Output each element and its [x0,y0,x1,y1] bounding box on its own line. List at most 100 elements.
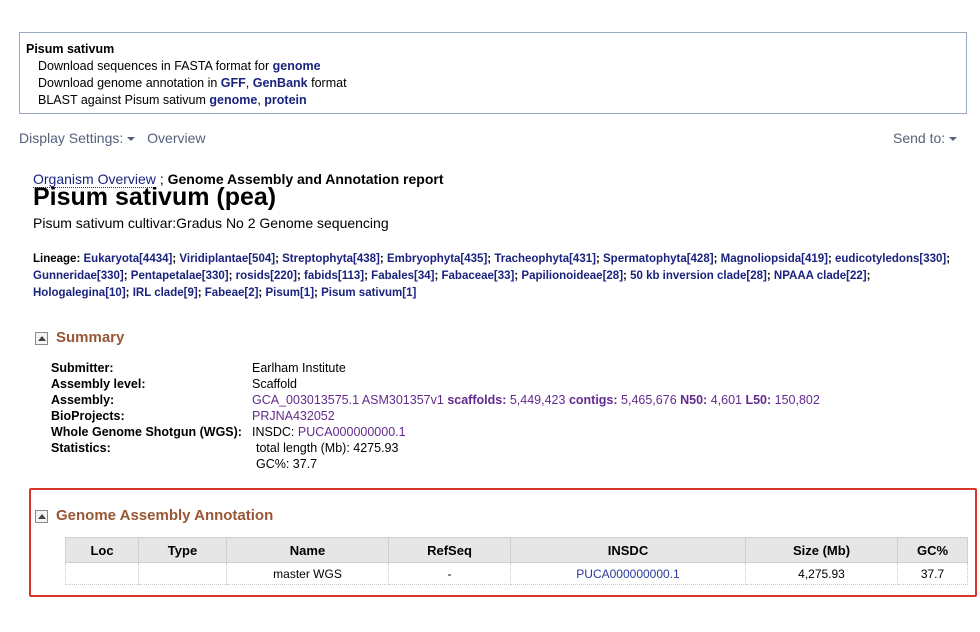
l50-value: 150,802 [774,393,820,407]
lineage-label: Lineage: [33,253,81,265]
wgs-value: INSDC: PUCA000000000.1 [252,424,406,440]
lineage-link[interactable]: Tracheophyta[431] [494,253,596,265]
cell-loc [65,562,139,585]
col-loc: Loc [65,537,139,563]
lineage: Lineage: Eukaryota[4434]; Viridiplantae[… [33,251,963,302]
download-fasta-line: Download sequences in FASTA format for g… [26,58,966,75]
lineage-link[interactable]: eudicotyledons[330] [835,253,946,265]
l50-label: L50: [745,393,772,407]
chevron-down-icon [127,137,136,142]
lineage-link[interactable]: Papilionoideae[28] [521,270,623,282]
download-annotation-text: Download genome annotation in [38,76,218,90]
cell-insdc: PUCA000000000.1 [510,562,746,585]
assembly-value: GCA_003013575.1 ASM301357v1 scaffolds: 5… [252,392,820,408]
gff-link[interactable]: GFF [221,76,246,90]
lineage-link[interactable]: Viridiplantae[504] [179,253,275,265]
blast-protein-link[interactable]: protein [264,93,306,107]
wgs-prefix: INSDC: [252,425,295,439]
lineage-link[interactable]: Gunneridae[330] [33,270,124,282]
summary-table: Submitter: Earlham Institute Assembly lev… [51,360,820,472]
genbank-link[interactable]: GenBank [253,76,308,90]
cell-refseq: - [388,562,511,585]
lineage-link[interactable]: Fabales[34] [371,270,434,282]
assembly-link[interactable]: GCA_003013575.1 ASM301357v1 [252,393,444,407]
bioproject-link[interactable]: PRJNA432052 [252,408,335,424]
blast-text: BLAST against Pisum sativum [38,93,206,107]
cell-name: master WGS [226,562,389,585]
blast-genome-link[interactable]: genome [209,93,257,107]
lineage-link[interactable]: IRL clade[9] [133,287,198,299]
page-subtitle: Pisum sativum cultivar:Gradus No 2 Genom… [33,215,389,231]
display-settings-bar: Display Settings: Overview [19,130,206,146]
cell-type [138,562,227,585]
col-type: Type [138,537,227,563]
display-mode: Overview [147,130,206,146]
contigs-value: 5,465,676 [621,393,677,407]
send-to-label: Send to: [893,130,946,146]
download-fasta-text: Download sequences in FASTA format for [38,59,270,73]
download-box-title: Pisum sativum [26,42,115,56]
wgs-link[interactable]: PUCA000000000.1 [298,425,406,439]
submitter-value: Earlham Institute [252,361,346,375]
assembly-level-value: Scaffold [252,377,297,391]
table-row: master WGS - PUCA000000000.1 4,275.93 37… [65,562,968,585]
col-refseq: RefSeq [388,537,511,563]
lineage-link[interactable]: 50 kb inversion clade[28] [630,270,767,282]
lineage-items: Eukaryota[4434]; Viridiplantae[504]; Str… [33,253,951,299]
download-box: Pisum sativum Download sequences in FAST… [19,32,967,114]
annotation-table: Loc Type Name RefSeq INSDC Size (Mb) GC%… [65,537,968,585]
display-settings-label: Display Settings: [19,130,124,146]
wgs-label: Whole Genome Shotgun (WGS): [51,425,242,439]
col-size: Size (Mb) [745,537,898,563]
download-annotation-line: Download genome annotation in GFF, GenBa… [26,75,966,92]
annotation-heading: Genome Assembly Annotation [56,507,274,524]
scaffolds-label: scaffolds: [447,393,507,407]
annotation-separator: , [245,76,250,90]
lineage-link[interactable]: Fabeae[2] [205,287,259,299]
lineage-link[interactable]: Spermatophyta[428] [603,253,714,265]
cell-gc: 37.7 [897,562,968,585]
lineage-link[interactable]: rosids[220] [236,270,297,282]
insdc-link[interactable]: PUCA000000000.1 [576,567,679,581]
col-insdc: INSDC [510,537,746,563]
blast-line: BLAST against Pisum sativum genome, prot… [26,92,966,109]
send-to-button[interactable]: Send to: [893,130,958,146]
annotation-format-text: format [311,76,347,90]
lineage-link[interactable]: Eukaryota[4434] [84,253,173,265]
lineage-link[interactable]: fabids[113] [304,270,364,282]
lineage-link[interactable]: Pentapetalae[330] [131,270,229,282]
contigs-label: contigs: [568,393,618,407]
collapse-icon[interactable] [35,331,48,345]
chevron-down-icon [949,137,958,142]
n50-value: 4,601 [710,393,742,407]
lineage-link[interactable]: Streptophyta[438] [282,253,380,265]
lineage-link[interactable]: Fabaceae[33] [442,270,515,282]
statistics-value: total length (Mb): 4275.93 GC%: 37.7 [252,440,398,472]
gc-percent: GC%: 37.7 [256,457,318,471]
submitter-label: Submitter: [51,361,114,375]
scaffolds-value: 5,449,423 [509,393,566,407]
summary-heading: Summary [56,329,125,346]
statistics-label: Statistics: [51,441,111,455]
total-length: total length (Mb): 4275.93 [256,441,399,455]
col-name: Name [226,537,389,563]
lineage-link[interactable]: Embryophyta[435] [387,253,487,265]
page-title: Pisum sativum (pea) [33,183,277,211]
col-gc: GC% [897,537,968,563]
bioprojects-label: BioProjects: [51,409,125,423]
lineage-link[interactable]: Pisum[1] [265,287,314,299]
summary-section-header[interactable]: Summary [35,329,124,346]
cell-size: 4,275.93 [745,562,898,585]
annotation-header-row: Loc Type Name RefSeq INSDC Size (Mb) GC% [65,537,968,563]
fasta-genome-link[interactable]: genome [273,59,321,73]
lineage-link[interactable]: Magnoliopsida[419] [721,253,828,265]
assembly-label: Assembly: [51,393,115,407]
collapse-icon[interactable] [35,509,48,523]
display-settings-button[interactable]: Display Settings: [19,130,136,146]
blast-separator: , [257,93,261,107]
lineage-link[interactable]: Hologalegina[10] [33,287,126,299]
lineage-link[interactable]: NPAAA clade[22] [774,270,867,282]
n50-label: N50: [680,393,708,407]
lineage-link[interactable]: Pisum sativum[1] [321,287,416,299]
annotation-section-header[interactable]: Genome Assembly Annotation [35,507,273,524]
